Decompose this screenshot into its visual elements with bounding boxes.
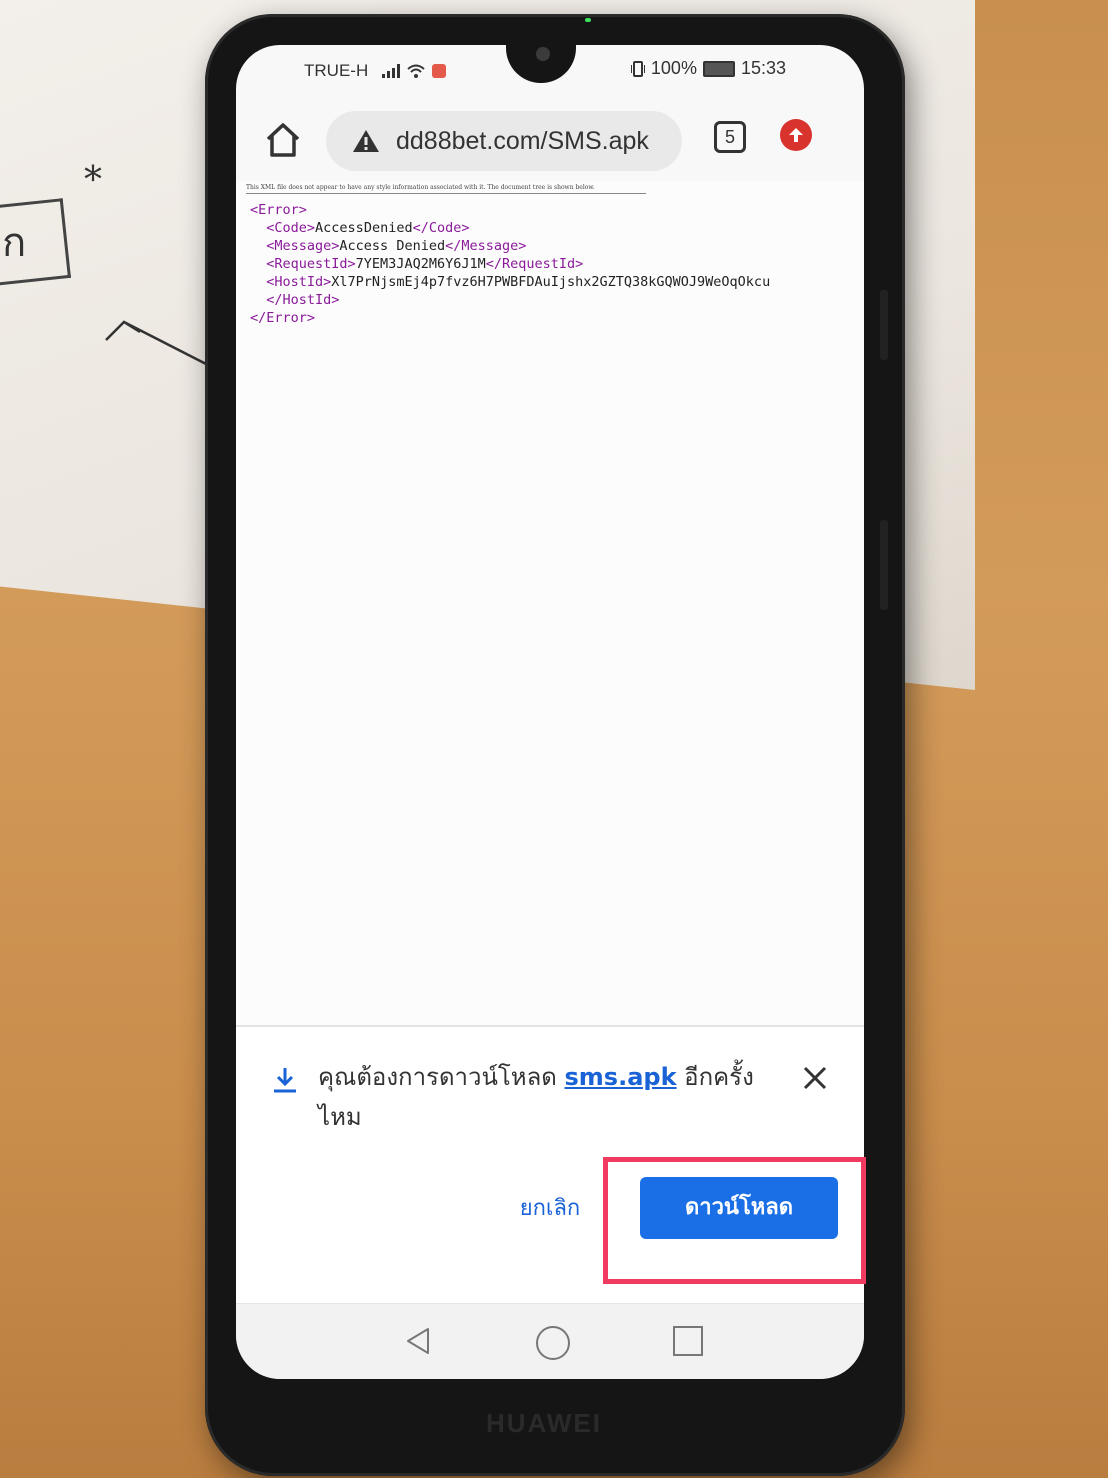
- recents-icon[interactable]: [673, 1326, 703, 1356]
- xml-value: AccessDenied: [315, 220, 413, 236]
- wifi-icon: [407, 64, 425, 78]
- home-icon[interactable]: [260, 117, 306, 163]
- xml-tag: </Message>: [445, 238, 527, 254]
- prompt-text-before: คุณต้องการดาวน์โหลด: [318, 1063, 565, 1091]
- xml-tag: </HostId>: [266, 292, 340, 308]
- notification-led: [585, 18, 591, 22]
- xml-value: Access Denied: [339, 238, 446, 254]
- cancel-button[interactable]: ยกเลิก: [514, 1189, 586, 1229]
- signal-icon: [382, 64, 401, 78]
- sketch-arrow: [105, 320, 211, 368]
- home-nav-icon[interactable]: [536, 1326, 570, 1360]
- volume-button: [880, 290, 888, 360]
- xml-tag: </Error>: [250, 310, 316, 326]
- download-icon: [274, 1068, 296, 1093]
- battery-icon: [702, 60, 735, 77]
- url-text[interactable]: dd88bet.com/SMS.apk: [396, 127, 649, 156]
- carrier-label: TRUE-H: [304, 61, 369, 80]
- xml-tag: <Message>: [266, 238, 340, 254]
- sketch-star: *: [84, 160, 102, 201]
- xml-value: Xl7PrNjsmEj4p7fvz6H7PWBFDAuIjshx2GZTQ38k…: [331, 274, 771, 290]
- xml-tag: <Error>: [250, 202, 307, 218]
- power-button: [880, 520, 888, 610]
- page-content: This XML file does not appear to have an…: [236, 181, 864, 1031]
- update-icon[interactable]: [780, 119, 812, 151]
- xml-value: 7YEM3JAQ2M6Y6J1M: [355, 256, 486, 272]
- xml-notice: This XML file does not appear to have an…: [246, 184, 646, 194]
- system-nav-bar: [236, 1303, 864, 1379]
- status-bar: TRUE-H 100% 15:33: [236, 45, 864, 93]
- xml-tag: <RequestId>: [266, 256, 356, 272]
- browser-toolbar: dd88bet.com/SMS.apk 5: [236, 93, 864, 181]
- file-link[interactable]: sms.apk: [565, 1063, 677, 1091]
- xml-tag: </Code>: [412, 220, 470, 236]
- clock: 15:33: [740, 58, 786, 78]
- sketch-letter: ก: [2, 220, 27, 266]
- vibrate-icon: [630, 60, 645, 77]
- xml-tree: <Error> <Code>AccessDenied</Code> <Messa…: [250, 201, 770, 327]
- close-icon[interactable]: [800, 1063, 830, 1093]
- battery-percent: 100%: [650, 58, 697, 78]
- warning-icon[interactable]: [352, 128, 380, 154]
- huawei-app-icon: [432, 64, 447, 78]
- address-bar[interactable]: dd88bet.com/SMS.apk: [326, 111, 682, 171]
- back-icon[interactable]: [404, 1326, 432, 1356]
- highlight-box: [603, 1157, 866, 1284]
- arrow-up-icon: [789, 128, 803, 142]
- brand-logo: HUAWEI: [486, 1408, 602, 1438]
- xml-tag: <HostId>: [266, 274, 332, 290]
- xml-tag: <Code>: [266, 220, 316, 236]
- tabs-icon[interactable]: 5: [714, 121, 746, 153]
- download-prompt-text: คุณต้องการดาวน์โหลด sms.apk อีกครั้งไหม: [318, 1057, 758, 1137]
- xml-tag: </RequestId>: [485, 256, 584, 272]
